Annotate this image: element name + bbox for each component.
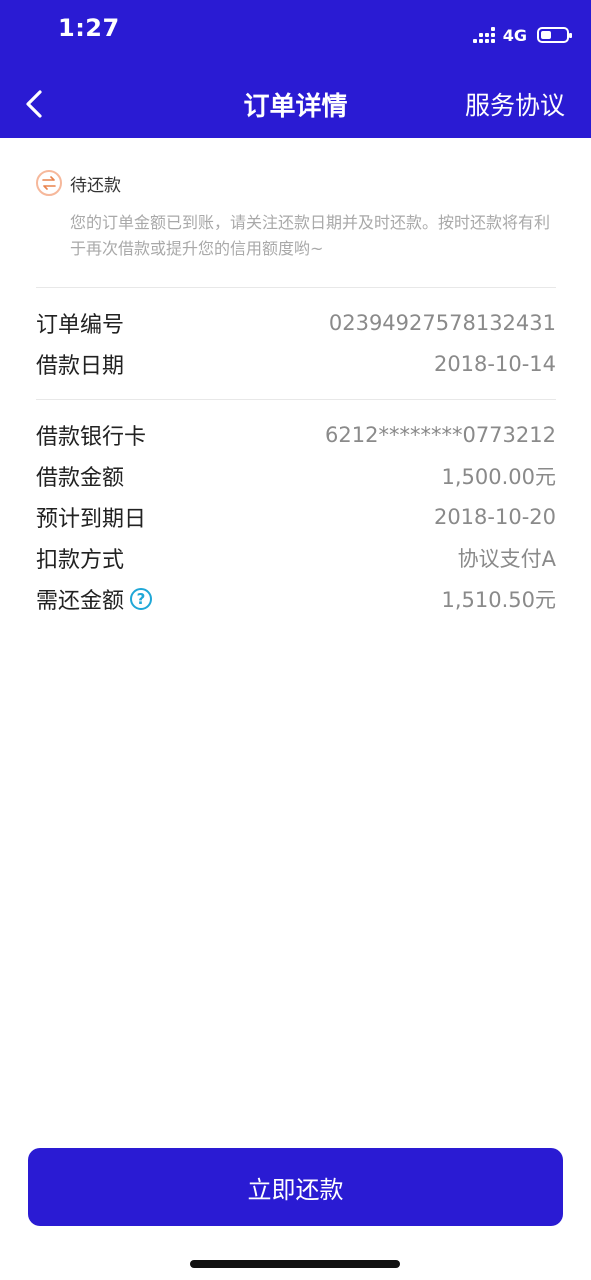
row-label: 需还金额 ? [36,583,153,615]
divider [36,399,556,400]
network-type: 4G [502,25,527,45]
row-label: 预计到期日 [36,506,147,532]
info-row-due-date: 预计到期日 2018-10-20 [36,496,556,537]
battery-icon [537,27,572,43]
status-indicators: 4G [472,22,572,48]
row-label: 借款金额 [36,465,125,491]
row-label: 订单编号 [36,312,125,338]
home-indicator[interactable] [190,1260,400,1268]
help-question-icon[interactable]: ? [130,587,153,610]
row-value: 2018-10-14 [433,351,556,376]
row-value: 协议支付A [457,546,556,571]
row-value: 1,510.50元 [441,587,556,612]
status-time: 1:27 [58,14,120,42]
row-label: 借款日期 [36,353,125,379]
info-row-loan-amount: 借款金额 1,500.00元 [36,455,556,496]
status-label: 待还款 [70,175,121,196]
divider [36,287,556,288]
info-row-loan-date: 借款日期 2018-10-14 [36,343,556,384]
row-label: 借款银行卡 [36,424,147,450]
service-agreement-link[interactable]: 服务协议 [465,86,565,122]
row-value: 1,500.00元 [441,464,556,489]
row-label: 扣款方式 [36,547,125,573]
row-value: 023949275781324​31 [328,310,556,335]
swap-arrows-icon [36,170,62,196]
order-info-group: 订单编号 023949275781324​31 借款日期 2018-10-14 [36,302,556,384]
loan-info-group: 借款银行卡 6212********0773212 借款金额 1,500.00元… [36,414,556,619]
info-row-bank-card: 借款银行卡 6212********0773212 [36,414,556,455]
order-status-section: 待还款 您的订单金额已到账，请关注还款日期并及时还款。按时还款将有利于再次借款或… [36,170,556,262]
row-label-text: 需还金额 [36,588,125,614]
row-value: 6212********0773212 [325,422,556,447]
app-header: 1:27 4G 订单详情 服务协议 [0,0,591,138]
info-row-repay-amount: 需还金额 ? 1,510.50元 [36,578,556,619]
info-row-payment-method: 扣款方式 协议支付A [36,537,556,578]
status-description: 您的订单金额已到账，请关注还款日期并及时还款。按时还款将有利于再次借款或提升您的… [70,213,551,258]
repay-now-button[interactable]: 立即还款 [28,1148,563,1226]
info-row-order-number: 订单编号 023949275781324​31 [36,302,556,343]
row-value: 2018-10-20 [433,504,556,529]
signal-icon [472,27,495,43]
